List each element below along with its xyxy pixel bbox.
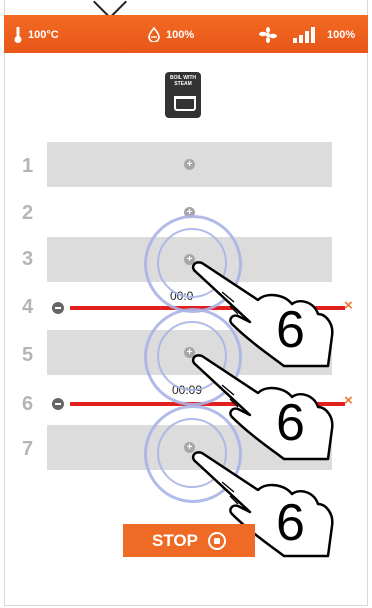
temperature-status: 100°C (14, 27, 59, 43)
remove-icon[interactable] (52, 398, 64, 410)
pointing-hand-icon (191, 354, 334, 461)
row-number-4: 4 (22, 296, 34, 318)
humidity-status: 100% (148, 27, 194, 42)
fan-icon (259, 27, 277, 43)
row-number-7: 7 (22, 438, 34, 460)
mode-icon-boil-with-steam[interactable]: BOIL WITH STEAM (165, 72, 201, 118)
add-icon[interactable]: + (184, 159, 195, 170)
signal-bars-icon (293, 27, 315, 43)
row-number-2: 2 (22, 202, 34, 224)
stop-icon (207, 531, 226, 550)
humidity-value: 100% (166, 28, 195, 41)
close-icon[interactable]: × (344, 297, 353, 314)
fan-value: 100% (327, 29, 356, 41)
status-bar: 100°C 100% 100% (4, 15, 368, 53)
row-number-5: 5 (22, 344, 34, 366)
step-number: 6 (276, 394, 305, 452)
row-number-6: 6 (22, 393, 34, 415)
stop-label: STOP (152, 530, 198, 550)
close-icon[interactable]: × (344, 392, 353, 409)
row-number-1: 1 (22, 155, 34, 177)
temperature-value: 100°C (28, 29, 59, 41)
thermometer-icon (14, 27, 22, 43)
droplet-icon (148, 27, 160, 42)
step-number: 6 (276, 494, 305, 552)
pot-icon (174, 96, 196, 111)
row-number-3: 3 (22, 248, 34, 270)
stop-button[interactable]: STOP (123, 524, 255, 557)
mode-label: BOIL WITH STEAM (169, 75, 196, 87)
remove-icon[interactable] (52, 302, 64, 314)
fan-status: 100% (259, 27, 355, 43)
